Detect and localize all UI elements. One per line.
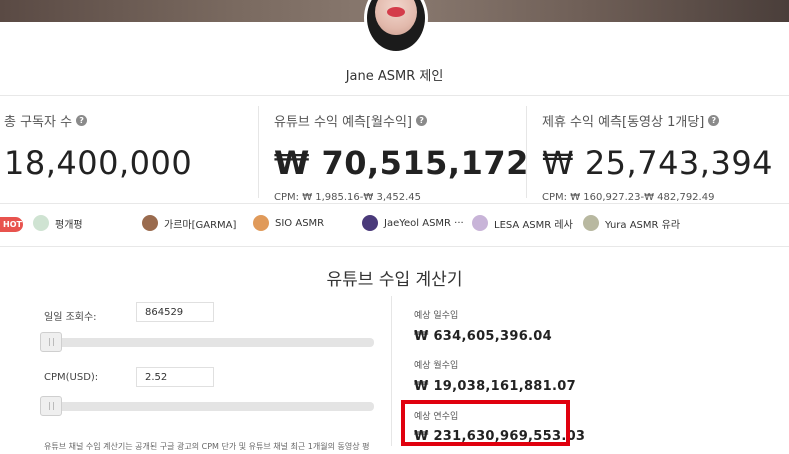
help-icon[interactable]: ? [416,115,428,126]
related-channel-name: SIO ASMR [275,217,325,229]
related-channel-name: LESA ASMR 레사 [494,219,573,231]
stat-subscribers-label: 총 구독자 수 [4,115,73,130]
slider-handle[interactable] [40,396,62,416]
channel-avatar-icon [33,215,49,231]
daily-income-value: ₩ 634,605,396.04 [414,329,552,344]
related-channel-chip[interactable]: Yura ASMR 유라 [583,215,680,231]
daily-income-label: 예상 일수입 [414,311,459,321]
hot-badge: HOT [0,217,23,232]
related-channel-chip[interactable]: 가르마[GARMA] [142,215,236,231]
calculator-note: 유튜브 채널 수입 계산기는 공개된 구글 광고의 CPM 단가 및 유튜브 채… [44,442,370,451]
stat-youtube-revenue-value: ₩ 70,515,172 [274,144,529,182]
stat-sponsorship-value: ₩ 25,743,394 [542,144,774,182]
stat-subscribers: 총 구독자 수 ? 18,400,000 [4,111,192,182]
channel-avatar-icon [472,215,488,231]
avatar-lips [387,7,405,17]
channel-avatar-icon [583,215,599,231]
channel-name: Jane ASMR 제인 [345,69,444,84]
daily-views-slider[interactable] [40,332,374,352]
stats-divider [0,203,789,204]
related-channel-chip[interactable]: JaeYeol ASMR ··· [362,215,464,231]
related-channel-name: JaeYeol ASMR ··· [384,217,464,229]
calculator-divider [391,296,392,446]
stat-youtube-revenue: 유튜브 수익 예측[월수익] ? ₩ 70,515,172 CPM: ₩ 1,9… [274,111,529,203]
stat-youtube-revenue-cpm: CPM: ₩ 1,985.16-₩ 3,452.45 [274,192,421,203]
related-channel-chip[interactable]: 평개평 [33,215,83,231]
related-channel-name: 가르마[GARMA] [164,219,237,231]
stat-divider [258,106,259,198]
stat-subscribers-value: 18,400,000 [4,144,193,182]
related-channel-chip[interactable]: SIO ASMR [253,215,324,231]
monthly-income-label: 예상 월수입 [414,361,459,371]
chips-divider [0,246,789,247]
stat-sponsorship: 제휴 수익 예측[동영상 1개당] ? ₩ 25,743,394 CPM: ₩ … [542,111,773,203]
stat-youtube-revenue-label: 유튜브 수익 예측[월수익] [274,115,413,130]
channel-avatar-icon [253,215,269,231]
header-divider [0,95,789,96]
yearly-income-highlight [401,400,570,446]
avatar-face [375,0,417,35]
related-channel-name: 평개평 [55,219,83,231]
cpm-input[interactable]: 2.52 [136,367,214,387]
daily-views-input[interactable]: 864529 [136,302,214,322]
help-icon[interactable]: ? [76,115,88,126]
stat-sponsorship-label: 제휴 수익 예측[동영상 1개당] [542,115,705,130]
related-channel-chip[interactable]: LESA ASMR 레사 [472,215,573,231]
help-icon[interactable]: ? [708,115,720,126]
cpm-slider[interactable] [40,396,374,416]
channel-avatar-icon [362,215,378,231]
related-channels: HOT 평개평 가르마[GARMA] SIO ASMR JaeYeol ASMR… [0,215,789,235]
related-channel-name: Yura ASMR 유라 [605,219,681,231]
monthly-income-value: ₩ 19,038,161,881.07 [414,379,576,394]
stat-divider [526,106,527,198]
channel-avatar-icon [142,215,158,231]
stat-sponsorship-cpm: CPM: ₩ 160,927.23-₩ 482,792.49 [542,192,715,203]
calculator-title: 유튜브 수입 계산기 [326,270,463,290]
slider-handle[interactable] [40,332,62,352]
cpm-label: CPM(USD): [44,372,99,383]
daily-views-label: 일일 조회수: [44,312,97,323]
channel-avatar [364,0,428,54]
